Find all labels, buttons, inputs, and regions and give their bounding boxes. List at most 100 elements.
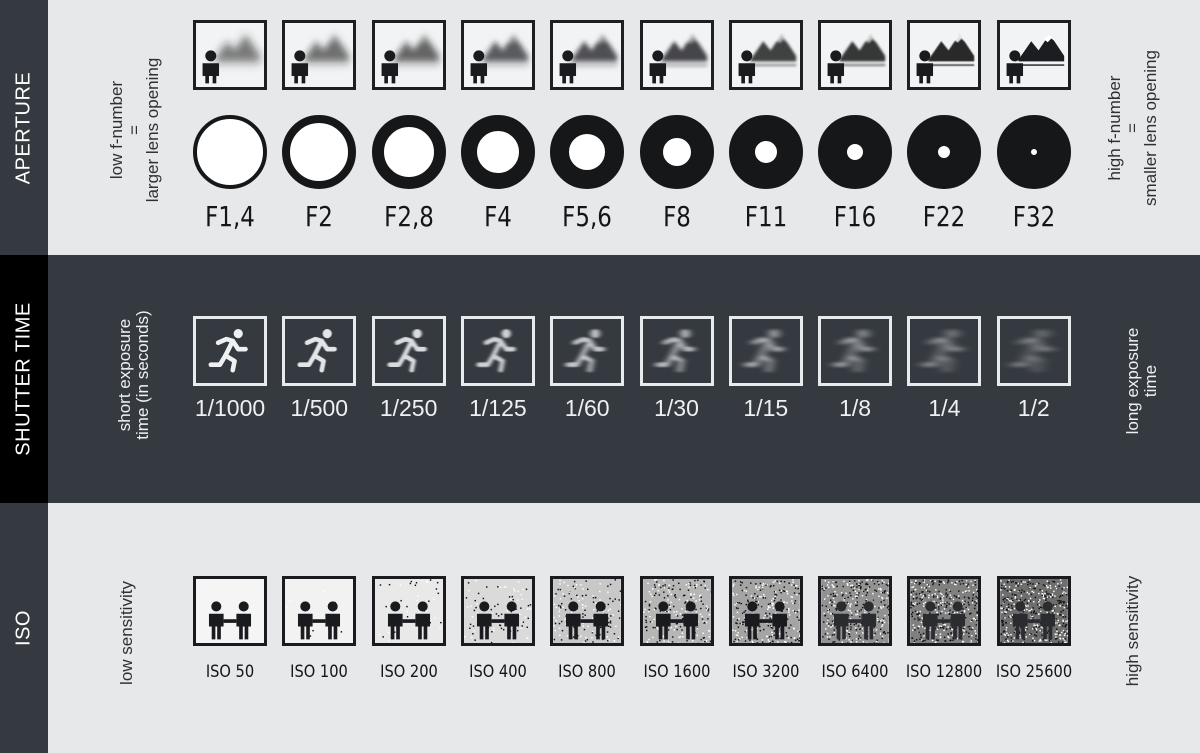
handshake-icon [553, 579, 622, 643]
aperture-ring-icon [639, 115, 714, 189]
aperture-scene-image [649, 33, 707, 84]
shutter-right-note-line2: time [1141, 364, 1160, 398]
handshake-icon [731, 579, 800, 643]
handshake-icon [196, 579, 264, 643]
handshake-icon [464, 579, 532, 643]
iso-people-frame [460, 576, 535, 646]
aperture-left-note-line2: = [125, 125, 144, 135]
shutter-speed-label: 1/2 [1017, 395, 1050, 421]
aperture-side-tab: APERTURE [0, 0, 48, 255]
iso-people-frame [907, 576, 982, 646]
shutter-right-note: long exposure time [1123, 327, 1160, 435]
shutter-runner-frame [818, 316, 893, 386]
shutter-speed-label: 1/1000 [194, 395, 266, 421]
aperture-scene-image [1006, 33, 1064, 84]
aperture-ring-icon [728, 115, 803, 189]
aperture-fstop-label: F22 [923, 200, 966, 233]
shutter-runner-frame [996, 316, 1071, 386]
iso-people-frame [728, 576, 803, 646]
shutter-speed-label: 1/30 [654, 395, 699, 421]
runner-icon [655, 329, 695, 373]
aperture-ring-icon [550, 115, 625, 189]
shutter-runner-frame [282, 316, 357, 386]
handshake-icon [821, 579, 890, 643]
aperture-fstop-label: F11 [744, 200, 788, 233]
aperture-ring-icon [460, 115, 535, 189]
iso-title: ISO [12, 610, 35, 646]
shutter-speed-label: 1/8 [839, 395, 872, 421]
runner-icon [476, 329, 516, 373]
shutter-speed-label: 1/500 [290, 395, 349, 421]
aperture-ring-icon [996, 115, 1071, 189]
shutter-left-note-line1: short exposure [115, 318, 134, 432]
shutter-speed-label: 1/4 [928, 395, 961, 421]
runner-icon [744, 329, 784, 373]
aperture-scene-image [916, 33, 975, 84]
runner-icon [1012, 329, 1052, 373]
aperture-scene-frame [639, 20, 714, 90]
iso-value-label: ISO 800 [558, 662, 617, 682]
iso-value-label: ISO 12800 [906, 662, 983, 682]
aperture-fstop-label: F16 [833, 200, 877, 233]
aperture-scene-image [381, 33, 439, 84]
aperture-fstop-label: F5,6 [562, 200, 613, 233]
aperture-scene-image [738, 33, 796, 84]
iso-people-frame [818, 576, 893, 646]
iso-side-tab: ISO [0, 503, 48, 753]
aperture-scene-frame [728, 20, 803, 90]
aperture-fstop-label: F4 [483, 200, 512, 233]
iso-people-frame [996, 576, 1071, 646]
iso-value-label: ISO 25600 [995, 662, 1072, 682]
iso-value-label: ISO 100 [290, 662, 349, 682]
shutter-section: SHUTTER TIME short exposure time (in sec… [0, 255, 1200, 503]
handshake-icon [374, 579, 443, 643]
aperture-scene-image [291, 33, 350, 84]
shutter-runner-frame [371, 316, 446, 386]
aperture-scene-image [827, 33, 886, 84]
iso-people-frame [282, 576, 357, 646]
aperture-right-note-line1: high f-number [1105, 75, 1124, 181]
runner-icon [297, 329, 338, 373]
aperture-right-note: high f-number = smaller lens opening [1105, 50, 1160, 206]
iso-value-label: ISO 400 [469, 662, 527, 682]
handshake-icon [285, 579, 354, 643]
iso-people-frame [639, 576, 714, 646]
iso-value-label: ISO 50 [205, 662, 255, 682]
aperture-scene-frame [818, 20, 893, 90]
aperture-scene-image [559, 33, 618, 84]
aperture-fstop-label: F32 [1012, 200, 1055, 233]
shutter-left-note-line2: time (in seconds) [133, 310, 152, 440]
runner-icon [208, 329, 248, 373]
iso-right-note-line1: high sensitivity [1123, 575, 1142, 687]
iso-right-note: high sensitivity [1123, 575, 1142, 687]
aperture-fstop-label: F8 [662, 200, 691, 233]
iso-people-frame [193, 576, 267, 646]
shutter-speed-label: 1/125 [469, 395, 527, 421]
runner-icon [833, 329, 873, 373]
aperture-scene-frame [996, 20, 1071, 90]
iso-people-frame [371, 576, 446, 646]
aperture-scene-image [202, 33, 261, 84]
aperture-ring-icon [907, 115, 982, 189]
shutter-speed-label: 1/15 [743, 395, 789, 421]
aperture-section: APERTURE low f-number = larger lens open… [0, 0, 1200, 255]
aperture-scene-frame [550, 20, 625, 90]
aperture-scene-frame [193, 20, 267, 90]
aperture-title: APERTURE [12, 71, 35, 184]
aperture-right-note-line3: smaller lens opening [1141, 50, 1160, 206]
aperture-left-note-line3: larger lens opening [143, 57, 162, 203]
iso-value-label: ISO 1600 [643, 662, 710, 682]
shutter-side-tab: SHUTTER TIME [0, 255, 48, 503]
iso-left-note: low sensitivity [117, 581, 136, 685]
shutter-left-note: short exposure time (in seconds) [115, 310, 152, 440]
aperture-scene-frame [460, 20, 535, 90]
handshake-icon [642, 579, 711, 643]
aperture-scene-frame [371, 20, 446, 90]
aperture-right-note-line2: = [1123, 123, 1142, 133]
shutter-right-note-line1: long exposure [1123, 327, 1142, 435]
shutter-runner-frame [460, 316, 535, 386]
shutter-title: SHUTTER TIME [12, 302, 35, 456]
iso-left-note-line1: low sensitivity [117, 581, 136, 685]
aperture-fstop-label: F2,8 [383, 200, 434, 233]
shutter-speed-label: 1/60 [564, 395, 610, 421]
